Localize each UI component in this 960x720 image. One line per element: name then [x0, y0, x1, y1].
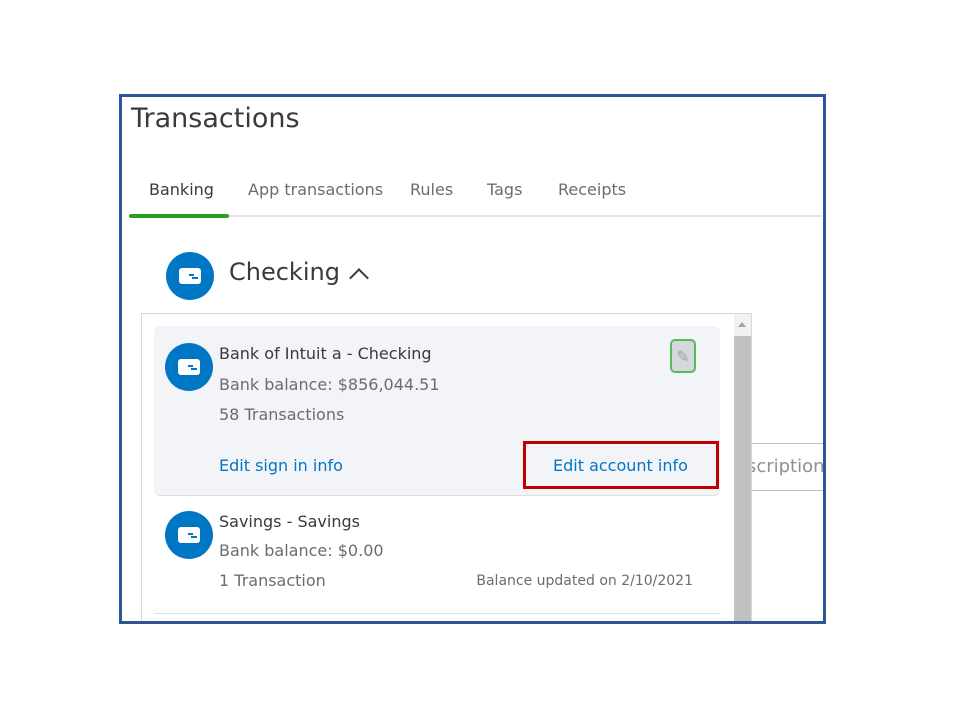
account-dropdown: Bank of Intuit a - Checking Bank balance…: [141, 313, 752, 621]
page-title: Transactions: [131, 103, 300, 134]
bank-balance: Bank balance: $856,044.51: [219, 375, 440, 394]
tab-divider: [129, 215, 822, 217]
active-tab-indicator: [129, 214, 229, 218]
tab-app-transactions[interactable]: App transactions: [248, 180, 383, 199]
tab-receipts[interactable]: Receipts: [558, 180, 626, 199]
edit-button[interactable]: ✎: [670, 339, 696, 373]
account-selector-label[interactable]: Checking: [229, 258, 340, 286]
tab-tags[interactable]: Tags: [487, 180, 522, 199]
divider: [154, 613, 720, 614]
scroll-up-icon[interactable]: [738, 322, 746, 327]
transaction-count: 58 Transactions: [219, 405, 345, 424]
account-card-checking[interactable]: Bank of Intuit a - Checking Bank balance…: [154, 326, 720, 496]
edit-sign-in-link[interactable]: Edit sign in info: [219, 456, 343, 475]
pencil-icon: ✎: [676, 346, 690, 366]
screenshot-frame: Transactions Banking App transactions Ru…: [119, 94, 826, 624]
bank-card-icon: [165, 511, 213, 559]
transaction-count: 1 Transaction: [219, 571, 326, 590]
balance-updated: Balance updated on 2/10/2021: [476, 573, 693, 589]
tab-banking[interactable]: Banking: [149, 180, 214, 199]
highlight-box: [523, 441, 719, 489]
tab-rules[interactable]: Rules: [410, 180, 453, 199]
scrollbar-thumb[interactable]: [734, 336, 751, 621]
account-card-savings[interactable]: Savings - Savings Bank balance: $0.00 1 …: [154, 499, 720, 611]
account-name: Savings - Savings: [219, 512, 360, 531]
chevron-up-icon[interactable]: [349, 268, 369, 288]
bank-card-icon: [166, 252, 214, 300]
bank-balance: Bank balance: $0.00: [219, 541, 384, 560]
bank-card-icon: [165, 343, 213, 391]
account-name: Bank of Intuit a - Checking: [219, 344, 432, 363]
